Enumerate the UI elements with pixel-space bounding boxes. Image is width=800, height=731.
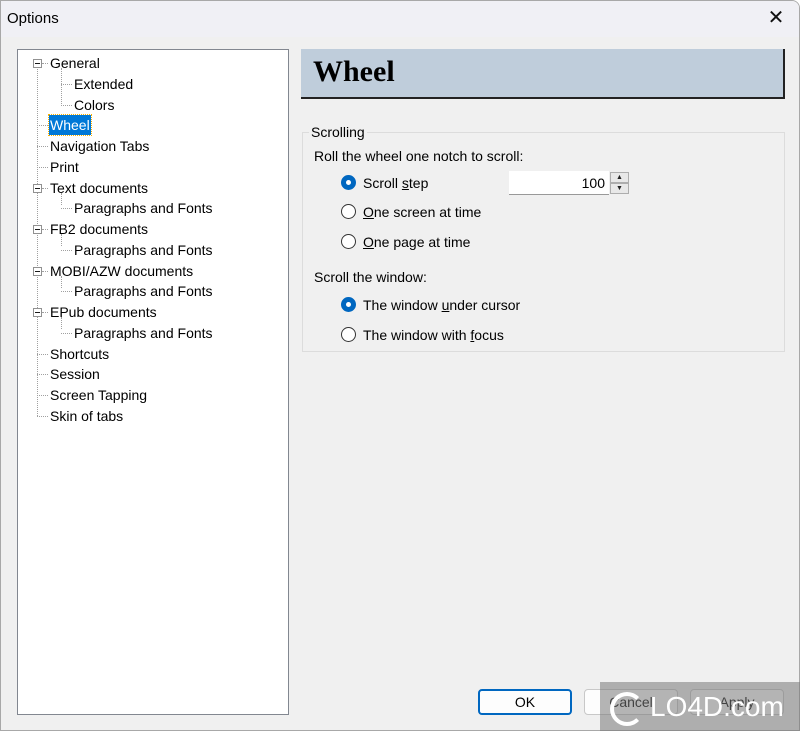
tree-line (37, 353, 48, 355)
collapse-icon[interactable] (33, 308, 42, 317)
tree-line (61, 332, 72, 334)
title-bar: Options ✕ (1, 1, 799, 37)
tree-item[interactable]: Extended (73, 74, 134, 94)
tree-line (42, 312, 48, 313)
scroll-step-spinner[interactable]: ▲ ▼ (509, 171, 631, 195)
radio-checked-icon (341, 297, 356, 312)
tree-item[interactable]: Shortcuts (49, 344, 110, 364)
tree-item[interactable]: Paragraphs and Fonts (73, 240, 214, 260)
spin-down-icon[interactable]: ▼ (610, 183, 629, 194)
tree-item[interactable]: EPub documents (49, 302, 158, 322)
tree-line (37, 67, 38, 416)
tree-line (37, 146, 48, 147)
window-title: Options (7, 10, 59, 27)
window-prompt: Scroll the window: (314, 269, 427, 285)
tree-item[interactable]: Skin of tabs (49, 406, 124, 426)
radio-scroll-step[interactable]: Scroll step (341, 173, 428, 193)
tree-item[interactable]: Paragraphs and Fonts (73, 281, 214, 301)
tree-line (61, 291, 72, 293)
scroll-prompt: Roll the wheel one notch to scroll: (314, 148, 524, 164)
close-icon[interactable]: ✕ (761, 5, 791, 31)
tree-line (37, 166, 48, 168)
tree-line (61, 249, 72, 251)
tree-item[interactable]: Screen Tapping (49, 385, 148, 405)
collapse-icon[interactable] (33, 183, 42, 193)
tree-line (61, 83, 72, 85)
collapse-icon[interactable] (33, 59, 42, 68)
tree-item[interactable]: Wheel (48, 114, 92, 137)
radio-one-page[interactable]: One page at time (341, 232, 470, 252)
tree-item[interactable]: Text documents (49, 178, 149, 198)
tree-line (37, 415, 48, 417)
lo4d-logo-icon (610, 691, 644, 726)
options-dialog: Options ✕ General Extended Colors Wheel Navi… (0, 0, 800, 731)
tree-line (37, 374, 48, 376)
tree-item[interactable]: General (49, 53, 101, 73)
radio-unchecked-icon (341, 327, 356, 342)
radio-unchecked-icon (341, 204, 356, 219)
radio-window-with-focus[interactable]: The window with focus (341, 325, 504, 345)
watermark: LO4D.com (600, 682, 800, 731)
tree-item[interactable]: Print (49, 157, 80, 177)
spin-up-icon[interactable]: ▲ (610, 172, 629, 183)
tree-item[interactable]: FB2 documents (49, 219, 149, 239)
radio-one-screen[interactable]: One screen at time (341, 202, 481, 222)
tree-line (61, 68, 62, 104)
radio-unchecked-icon (341, 234, 356, 249)
tree-item[interactable]: Paragraphs and Fonts (73, 323, 214, 343)
tree-line (42, 187, 48, 189)
options-tree[interactable]: General Extended Colors Wheel Navigation Tab… (17, 49, 289, 715)
tree-item[interactable]: Colors (73, 95, 115, 115)
tree-line (42, 270, 48, 272)
page-header: Wheel (301, 49, 785, 99)
collapse-icon[interactable] (33, 266, 42, 276)
radio-window-under-cursor[interactable]: The window under cursor (341, 295, 520, 315)
scrolling-group-title: Scrolling (309, 124, 367, 140)
tree-item[interactable]: Session (49, 364, 101, 384)
tree-line (61, 104, 72, 106)
tree-item[interactable]: Navigation Tabs (49, 136, 150, 156)
tree-item[interactable]: MOBI/AZW documents (49, 261, 194, 281)
tree-item[interactable]: Paragraphs and Fonts (73, 198, 214, 218)
tree-line (42, 63, 48, 64)
tree-line (61, 208, 72, 210)
page-title: Wheel (313, 55, 395, 88)
tree-line (42, 229, 48, 230)
radio-checked-icon (341, 175, 356, 190)
tree-line (37, 395, 48, 396)
collapse-icon[interactable] (33, 225, 42, 234)
ok-button[interactable]: OK (478, 689, 572, 715)
scroll-step-input[interactable] (509, 171, 609, 195)
tree-line (37, 125, 48, 127)
